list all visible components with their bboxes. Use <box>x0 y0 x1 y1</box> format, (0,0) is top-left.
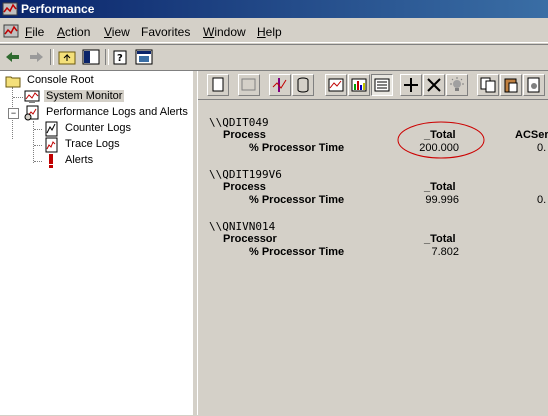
instance-name: ACSer <box>515 129 548 141</box>
menu-bar: File Action View Favorites Window Help <box>0 20 548 43</box>
tree-item-performance-logs-and-alerts[interactable]: Performance Logs and Alerts <box>24 105 189 121</box>
view-current-activity-button[interactable] <box>269 74 291 96</box>
console-tree: Console Root System Monitor − Performanc… <box>0 71 195 415</box>
title-bar[interactable]: Performance <box>0 0 548 18</box>
tree-connector <box>33 121 34 163</box>
counter-value: 7.802 <box>431 246 459 258</box>
menu-action[interactable]: Action <box>57 25 90 39</box>
system-monitor-pane: \\QDIT049 Process _Total ACSer % Process… <box>197 71 548 416</box>
menu-view[interactable]: View <box>104 25 130 39</box>
toolbar-separator <box>50 49 54 65</box>
counter-logs-icon <box>45 121 58 137</box>
menu-help[interactable]: Help <box>257 25 282 39</box>
performance-app-icon <box>2 2 18 16</box>
tree-item-system-monitor[interactable]: System Monitor <box>24 89 184 105</box>
report-view: \\QDIT049 Process _Total ACSer % Process… <box>198 99 548 416</box>
window-title: Performance <box>21 2 95 16</box>
forward-arrow-icon[interactable] <box>26 48 46 66</box>
histogram-icon <box>351 78 367 92</box>
view-histogram-button[interactable] <box>348 74 370 96</box>
highlight-button[interactable] <box>446 74 468 96</box>
system-menu-icon[interactable] <box>3 23 19 39</box>
highlight-circle-annotation <box>397 121 485 159</box>
menu-window[interactable]: Window <box>203 25 246 39</box>
copy-icon <box>480 77 496 93</box>
counter-value: 0. <box>537 142 547 154</box>
back-arrow-icon[interactable] <box>3 48 23 66</box>
tree-item-alerts[interactable]: Alerts <box>43 153 183 169</box>
object-name: Process <box>223 129 266 141</box>
paste-clipboard-icon <box>504 78 518 93</box>
counter-name: % Processor Time <box>249 194 345 206</box>
properties-button[interactable] <box>523 74 545 96</box>
paste-counter-list-button[interactable] <box>500 74 522 96</box>
add-counter-button[interactable] <box>400 74 422 96</box>
help-icon[interactable]: ? <box>111 48 131 66</box>
properties-page-icon <box>527 77 540 93</box>
instance-name: _Total <box>424 233 456 245</box>
instance-name: _Total <box>424 181 456 193</box>
clear-display-icon <box>241 78 256 91</box>
folder-icon <box>5 76 21 88</box>
trace-logs-icon <box>45 137 58 153</box>
database-cylinder-icon <box>297 77 309 93</box>
counter-value: 99.996 <box>425 194 459 206</box>
tree-connector <box>34 129 42 130</box>
navigation-toolbar: ? <box>0 44 548 71</box>
tree-connector <box>34 145 42 146</box>
tree-connector <box>13 97 23 98</box>
up-one-level-icon[interactable] <box>57 48 77 66</box>
tree-connector <box>34 161 42 162</box>
counter-value: 0. <box>537 194 547 206</box>
show-hide-console-tree-icon[interactable] <box>81 48 101 66</box>
svg-text:?: ? <box>117 53 123 64</box>
tree-item-counter-logs[interactable]: Counter Logs <box>43 121 183 137</box>
delete-counter-button[interactable] <box>423 74 445 96</box>
menu-file[interactable]: File <box>25 25 44 39</box>
graph-icon <box>328 78 344 92</box>
new-page-icon <box>212 77 224 92</box>
new-counter-set-button[interactable] <box>207 74 229 96</box>
copy-properties-button[interactable] <box>477 74 499 96</box>
computer-name: \\QNIVN014 <box>209 220 276 233</box>
tree-item-console-root[interactable]: Console Root <box>5 73 185 89</box>
plus-icon <box>404 78 418 92</box>
report-icon <box>374 78 390 92</box>
view-log-data-button[interactable] <box>292 74 314 96</box>
view-report-button[interactable] <box>371 74 393 96</box>
object-name: Processor <box>223 233 277 245</box>
highlight-lightbulb-icon <box>450 77 464 91</box>
system-monitor-toolbar <box>198 71 548 99</box>
properties-icon[interactable] <box>134 48 154 66</box>
computer-name: \\QDIT049 <box>209 116 269 129</box>
view-graph-button[interactable] <box>325 74 347 96</box>
collapse-toggle[interactable]: − <box>8 108 19 119</box>
system-monitor-icon <box>24 90 40 103</box>
clear-display-button[interactable] <box>238 74 260 96</box>
counter-name: % Processor Time <box>249 246 345 258</box>
toolbar-separator <box>105 49 109 65</box>
tree-item-trace-logs[interactable]: Trace Logs <box>43 137 183 153</box>
current-activity-icon <box>272 78 287 92</box>
counter-name: % Processor Time <box>249 142 345 154</box>
object-name: Process <box>223 181 266 193</box>
delete-x-icon <box>427 78 441 92</box>
menu-favorites[interactable]: Favorites <box>141 25 190 39</box>
computer-name: \\QDIT199V6 <box>209 168 282 181</box>
alert-exclamation-icon <box>49 154 53 168</box>
performance-logs-icon <box>24 105 39 121</box>
